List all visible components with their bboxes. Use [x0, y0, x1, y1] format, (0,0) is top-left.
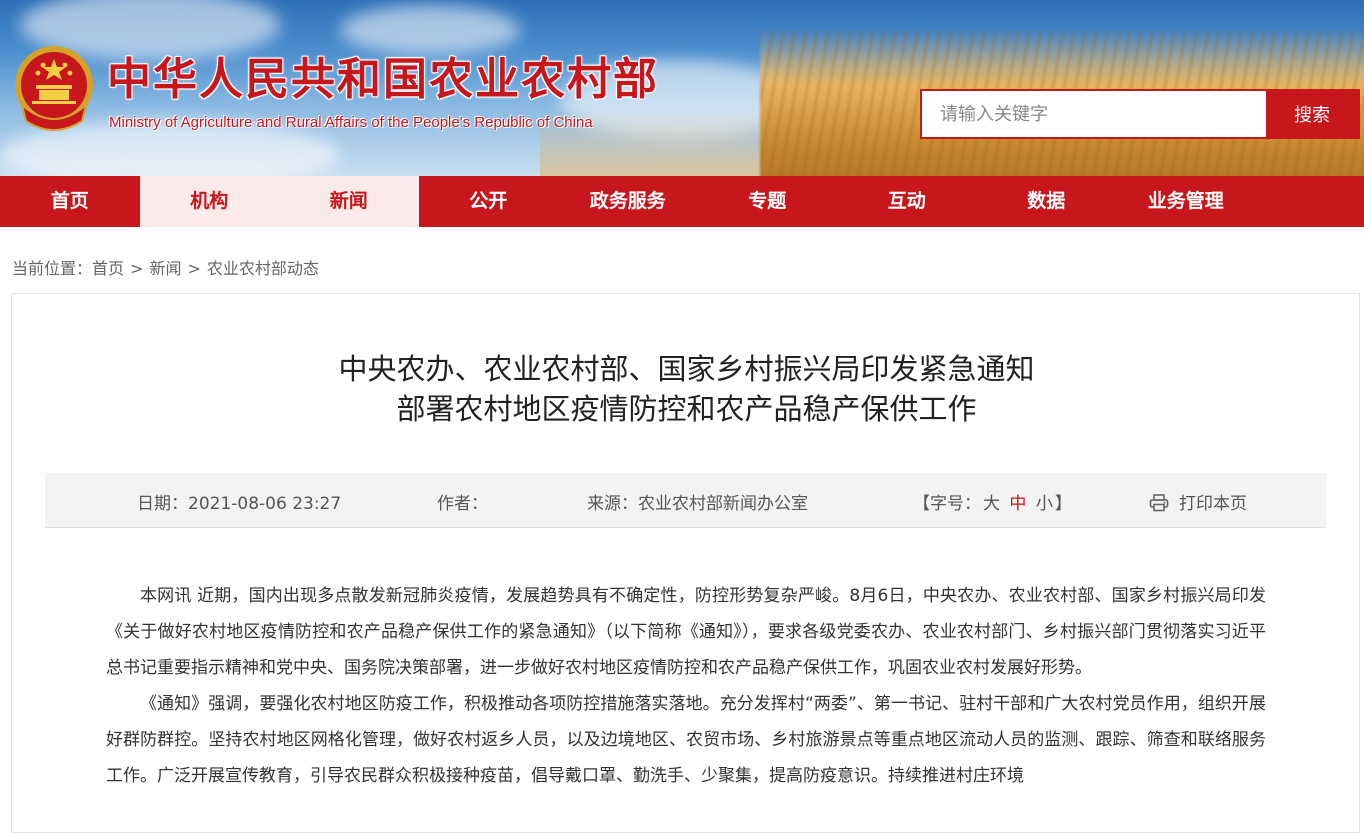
- nav-item-news[interactable]: 新闻: [279, 176, 419, 227]
- article-paragraph: 本网讯 近期，国内出现多点散发新冠肺炎疫情，发展趋势具有不确定性，防控形势复杂严…: [106, 586, 1266, 678]
- font-size-control: 【字号：大 中 小】: [913, 489, 1072, 514]
- meta-author-label: 作者：: [437, 494, 488, 514]
- font-size-large-button[interactable]: 大: [983, 494, 1000, 514]
- meta-source-value: 农业农村部新闻办公室: [638, 494, 808, 514]
- meta-date: 日期：2021-08-06 23:27: [137, 489, 341, 514]
- article-title-line1: 中央农办、农业农村部、国家乡村振兴局印发紧急通知: [338, 352, 1035, 386]
- nav-item-interaction[interactable]: 互动: [837, 176, 977, 227]
- nav-item-government-services[interactable]: 政务服务: [558, 176, 698, 227]
- meta-date-value: 2021-08-06 23:27: [188, 494, 342, 514]
- print-page-label: 打印本页: [1179, 494, 1247, 514]
- meta-source: 来源：农业农村部新闻办公室: [587, 489, 808, 514]
- article-meta-bar: 日期：2021-08-06 23:27 作者： 来源：农业农村部新闻办公室 【字…: [45, 473, 1326, 528]
- site-subtitle: Ministry of Agriculture and Rural Affair…: [109, 114, 593, 131]
- font-size-close: 】: [1054, 494, 1072, 514]
- article-title-line2: 部署农村地区疫情防控和农产品稳产保供工作: [396, 392, 977, 426]
- search-button[interactable]: 搜索: [1266, 91, 1358, 137]
- article-body: 本网讯 近期，国内出现多点散发新冠肺炎疫情，发展趋势具有不确定性，防控形势复杂严…: [106, 578, 1266, 794]
- font-size-medium-button[interactable]: 中: [1009, 494, 1026, 514]
- nav-item-home[interactable]: 首页: [0, 176, 140, 227]
- nav-item-data[interactable]: 数据: [977, 176, 1117, 227]
- search-box: 搜索: [920, 89, 1360, 139]
- print-page-link[interactable]: 打印本页: [1149, 489, 1247, 514]
- breadcrumb-link-ministry-news[interactable]: 农业农村部动态: [207, 259, 319, 278]
- site-title: 中华人民共和国农业农村部: [107, 54, 659, 105]
- banner-cloud: [340, 5, 520, 55]
- nav-item-public[interactable]: 公开: [419, 176, 559, 227]
- meta-source-label: 来源：: [587, 494, 638, 514]
- article-title: 中央农办、农业农村部、国家乡村振兴局印发紧急通知 部署农村地区疫情防控和农产品稳…: [0, 349, 1364, 429]
- article-paragraph: 《通知》强调，要强化农村地区防疫工作，积极推动各项防控措施落实落地。充分发挥村“…: [106, 694, 1266, 786]
- breadcrumb-separator: >: [130, 259, 144, 278]
- breadcrumb-prefix: 当前位置：: [12, 259, 93, 278]
- meta-author: 作者：: [437, 489, 488, 514]
- printer-icon: [1149, 494, 1169, 512]
- search-input[interactable]: [922, 91, 1266, 137]
- meta-date-label: 日期：: [137, 494, 188, 514]
- breadcrumb: 当前位置：首页 > 新闻 > 农业农村部动态: [12, 255, 319, 279]
- breadcrumb-separator: >: [187, 259, 201, 278]
- nav-item-topics[interactable]: 专题: [698, 176, 838, 227]
- font-size-open: 【字号：: [913, 494, 981, 514]
- breadcrumb-link-news[interactable]: 新闻: [149, 259, 181, 278]
- header-banner: 中华人民共和国农业农村部 Ministry of Agriculture and…: [0, 0, 1364, 176]
- nav-item-business-management[interactable]: 业务管理: [1116, 176, 1256, 227]
- font-size-small-button[interactable]: 小: [1036, 494, 1053, 514]
- national-emblem-icon: [15, 46, 93, 131]
- breadcrumb-link-home[interactable]: 首页: [92, 259, 124, 278]
- nav-item-organization[interactable]: 机构: [139, 176, 279, 227]
- main-nav: 首页 机构 新闻 公开 政务服务 专题 互动 数据 业务管理: [0, 176, 1364, 227]
